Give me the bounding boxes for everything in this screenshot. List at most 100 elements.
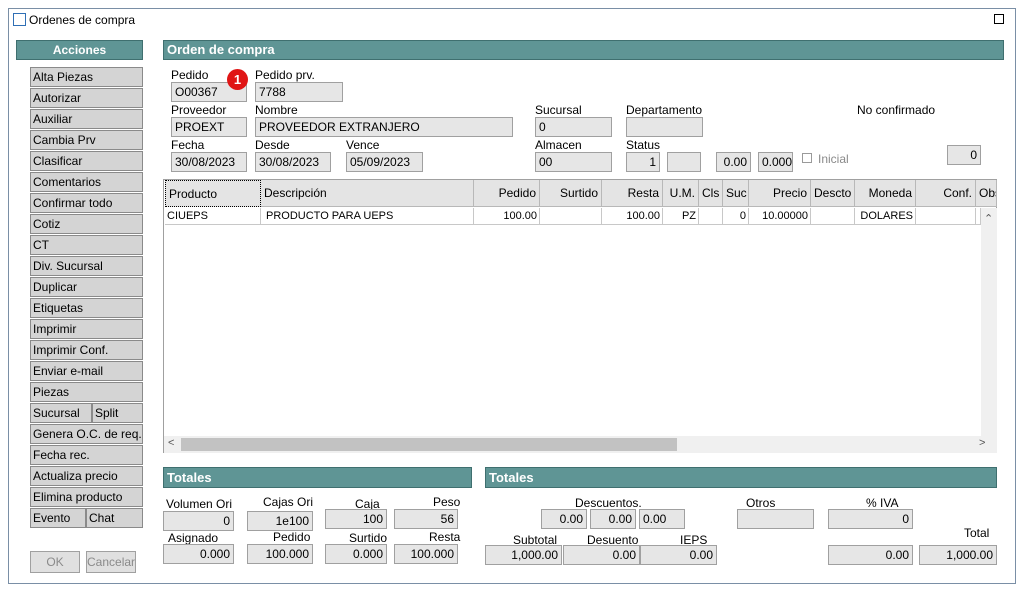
horizontal-scroll-thumb[interactable]	[181, 438, 677, 451]
otros-field[interactable]	[737, 509, 814, 529]
confirmar-todo-button[interactable]: Confirmar todo	[30, 193, 143, 213]
auxiliar-button[interactable]: Auxiliar	[30, 109, 143, 129]
column-moneda[interactable]: Moneda	[855, 180, 916, 207]
fecha-rec-button[interactable]: Fecha rec.	[30, 445, 143, 465]
window-icon	[13, 13, 26, 26]
clasificar-button[interactable]: Clasificar	[30, 151, 143, 171]
cell-cls[interactable]	[699, 208, 723, 225]
imprimir-conf-button[interactable]: Imprimir Conf.	[30, 340, 143, 360]
duplicar-button[interactable]: Duplicar	[30, 277, 143, 297]
iva-amount-field[interactable]: 0.00	[828, 545, 913, 565]
alta-piezas-button[interactable]: Alta Piezas	[30, 67, 143, 87]
cancel-button[interactable]: Cancelar	[86, 551, 136, 573]
desuento-field[interactable]: 0.00	[563, 545, 640, 565]
resta-field[interactable]: 100.000	[394, 544, 458, 564]
maximize-icon[interactable]	[994, 14, 1004, 24]
column-precio[interactable]: Precio	[749, 180, 811, 207]
descuento1-field[interactable]: 0.00	[541, 509, 587, 529]
cell-resta[interactable]: 100.00	[602, 208, 663, 225]
almacen-field[interactable]: 00	[535, 152, 612, 172]
vence-field[interactable]: 05/09/2023	[346, 152, 423, 172]
proveedor-field[interactable]: PROEXT	[171, 117, 247, 137]
caja-field[interactable]: 100	[325, 509, 387, 529]
cell-suc[interactable]: 0	[723, 208, 749, 225]
asignado-field[interactable]: 0.000	[163, 544, 234, 564]
status-extra-field[interactable]	[667, 152, 701, 172]
piezas-button[interactable]: Piezas	[30, 382, 143, 402]
confirmation-status: No confirmado	[857, 103, 936, 117]
genera-oc-button[interactable]: Genera O.C. de req.	[30, 424, 143, 444]
scroll-up-icon[interactable]: ⌃	[984, 212, 993, 225]
cell-um[interactable]: PZ	[663, 208, 699, 225]
products-grid[interactable]: Producto Descripción Pedido Surtido Rest…	[163, 179, 997, 453]
descuento2-field[interactable]: 0.00	[590, 509, 636, 529]
column-producto[interactable]: Producto	[165, 180, 261, 207]
actualiza-precio-button[interactable]: Actualiza precio	[30, 466, 143, 486]
nombre-field[interactable]: PROVEEDOR EXTRANJERO	[255, 117, 513, 137]
horizontal-scrollbar[interactable]: < >	[164, 436, 985, 453]
column-descripcion[interactable]: Descripción	[261, 180, 474, 207]
cell-surtido[interactable]	[540, 208, 602, 225]
iva-field[interactable]: 0	[828, 509, 913, 529]
cajas-field[interactable]: 1e100	[247, 511, 313, 531]
status-field[interactable]: 1	[626, 152, 660, 172]
column-resta[interactable]: Resta	[602, 180, 663, 207]
totales-pedido-field[interactable]: 100.000	[247, 544, 313, 564]
pedido-prv-field[interactable]: 7788	[255, 82, 343, 102]
column-conf[interactable]: Conf.	[916, 180, 976, 207]
descuentos-label: Descuentos.	[575, 496, 642, 510]
desde-field[interactable]: 30/08/2023	[255, 152, 331, 172]
cotiz-button[interactable]: Cotiz	[30, 214, 143, 234]
split-button[interactable]: Split	[92, 403, 143, 423]
imprimir-button[interactable]: Imprimir	[30, 319, 143, 339]
inicial-checkbox[interactable]	[802, 153, 812, 163]
total-field[interactable]: 1,000.00	[919, 545, 997, 565]
comentarios-button[interactable]: Comentarios	[30, 172, 143, 192]
cell-moneda[interactable]: DOLARES	[855, 208, 916, 225]
column-cls[interactable]: Cls	[699, 180, 723, 207]
column-descto[interactable]: Descto	[811, 180, 855, 207]
iva-label: % IVA	[866, 496, 899, 510]
descuento3-field[interactable]: 0.00	[639, 509, 685, 529]
almacen-label: Almacen	[535, 138, 582, 152]
total-label: Total	[964, 526, 990, 540]
ok-button[interactable]: OK	[30, 551, 80, 573]
enviar-email-button[interactable]: Enviar e-mail	[30, 361, 143, 381]
sucursal-button[interactable]: Sucursal	[30, 403, 92, 423]
ieps-field[interactable]: 0.00	[640, 545, 717, 565]
scroll-right-icon[interactable]: >	[979, 437, 985, 449]
volumen-field[interactable]: 0	[163, 511, 234, 531]
cell-producto[interactable]: CIUEPS	[165, 208, 261, 225]
column-obs[interactable]: Obs.	[976, 180, 997, 207]
evento-button[interactable]: Evento	[30, 508, 86, 528]
column-surtido[interactable]: Surtido	[540, 180, 602, 207]
surtido-field[interactable]: 0.000	[325, 544, 387, 564]
column-pedido[interactable]: Pedido	[474, 180, 540, 207]
ct-button[interactable]: CT	[30, 235, 143, 255]
value1-field[interactable]: 0.00	[716, 152, 751, 172]
cell-pedido[interactable]: 100.00	[474, 208, 540, 225]
chat-button[interactable]: Chat	[86, 508, 143, 528]
cambia-prv-button[interactable]: Cambia Prv	[30, 130, 143, 150]
sucursal-field[interactable]: 0	[535, 117, 612, 137]
right-count-field[interactable]: 0	[947, 145, 981, 165]
vertical-scrollbar[interactable]: ⌃	[981, 208, 997, 453]
proveedor-label: Proveedor	[171, 103, 227, 117]
column-suc[interactable]: Suc	[723, 180, 749, 207]
peso-field[interactable]: 56	[394, 509, 458, 529]
cell-precio[interactable]: 10.00000	[749, 208, 811, 225]
cell-conf[interactable]	[916, 208, 976, 225]
cell-descripcion[interactable]: PRODUCTO PARA UEPS	[261, 208, 474, 225]
value2-field[interactable]: 0.000	[758, 152, 793, 172]
subtotal-field[interactable]: 1,000.00	[485, 545, 562, 565]
cell-descto[interactable]	[811, 208, 855, 225]
fecha-field[interactable]: 30/08/2023	[171, 152, 247, 172]
etiquetas-button[interactable]: Etiquetas	[30, 298, 143, 318]
column-um[interactable]: U.M.	[663, 180, 699, 207]
scroll-left-icon[interactable]: <	[168, 437, 174, 449]
departamento-field[interactable]	[626, 117, 703, 137]
autorizar-button[interactable]: Autorizar	[30, 88, 143, 108]
order-header: Orden de compra	[163, 40, 1004, 60]
elimina-producto-button[interactable]: Elimina producto	[30, 487, 143, 507]
div-sucursal-button[interactable]: Div. Sucursal	[30, 256, 143, 276]
